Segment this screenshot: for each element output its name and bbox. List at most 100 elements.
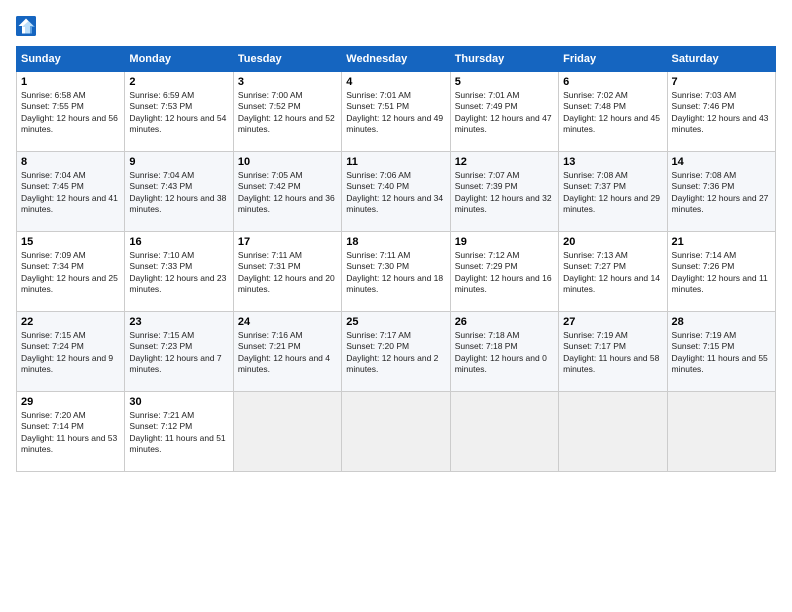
day-info: Sunrise: 7:10 AM Sunset: 7:33 PM Dayligh… — [129, 250, 228, 296]
calendar-day-cell: 21 Sunrise: 7:14 AM Sunset: 7:26 PM Dayl… — [667, 232, 775, 312]
calendar-header-friday: Friday — [559, 47, 667, 72]
day-info: Sunrise: 7:05 AM Sunset: 7:42 PM Dayligh… — [238, 170, 337, 216]
calendar-table: SundayMondayTuesdayWednesdayThursdayFrid… — [16, 46, 776, 472]
day-number: 26 — [455, 316, 554, 328]
calendar-day-cell: 30 Sunrise: 7:21 AM Sunset: 7:12 PM Dayl… — [125, 392, 233, 472]
calendar-header-thursday: Thursday — [450, 47, 558, 72]
day-info: Sunrise: 7:15 AM Sunset: 7:23 PM Dayligh… — [129, 330, 228, 376]
calendar-day-cell: 28 Sunrise: 7:19 AM Sunset: 7:15 PM Dayl… — [667, 312, 775, 392]
day-info: Sunrise: 7:09 AM Sunset: 7:34 PM Dayligh… — [21, 250, 120, 296]
day-number: 6 — [563, 76, 662, 88]
calendar-day-cell: 25 Sunrise: 7:17 AM Sunset: 7:20 PM Dayl… — [342, 312, 450, 392]
calendar-header-row: SundayMondayTuesdayWednesdayThursdayFrid… — [17, 47, 776, 72]
day-number: 9 — [129, 156, 228, 168]
day-number: 4 — [346, 76, 445, 88]
calendar-day-cell: 27 Sunrise: 7:19 AM Sunset: 7:17 PM Dayl… — [559, 312, 667, 392]
day-number: 3 — [238, 76, 337, 88]
day-info: Sunrise: 7:19 AM Sunset: 7:17 PM Dayligh… — [563, 330, 662, 376]
day-number: 29 — [21, 396, 120, 408]
calendar-day-cell — [450, 392, 558, 472]
day-info: Sunrise: 7:08 AM Sunset: 7:36 PM Dayligh… — [672, 170, 771, 216]
day-number: 20 — [563, 236, 662, 248]
page-header — [16, 16, 776, 36]
day-number: 21 — [672, 236, 771, 248]
calendar-day-cell: 9 Sunrise: 7:04 AM Sunset: 7:43 PM Dayli… — [125, 152, 233, 232]
day-number: 14 — [672, 156, 771, 168]
calendar-day-cell: 3 Sunrise: 7:00 AM Sunset: 7:52 PM Dayli… — [233, 72, 341, 152]
day-info: Sunrise: 7:01 AM Sunset: 7:49 PM Dayligh… — [455, 90, 554, 136]
day-number: 17 — [238, 236, 337, 248]
calendar-day-cell: 10 Sunrise: 7:05 AM Sunset: 7:42 PM Dayl… — [233, 152, 341, 232]
day-info: Sunrise: 7:20 AM Sunset: 7:14 PM Dayligh… — [21, 410, 120, 456]
calendar-day-cell: 23 Sunrise: 7:15 AM Sunset: 7:23 PM Dayl… — [125, 312, 233, 392]
calendar-day-cell: 2 Sunrise: 6:59 AM Sunset: 7:53 PM Dayli… — [125, 72, 233, 152]
calendar-day-cell: 17 Sunrise: 7:11 AM Sunset: 7:31 PM Dayl… — [233, 232, 341, 312]
day-number: 18 — [346, 236, 445, 248]
calendar-week-row: 1 Sunrise: 6:58 AM Sunset: 7:55 PM Dayli… — [17, 72, 776, 152]
day-number: 30 — [129, 396, 228, 408]
calendar-day-cell: 5 Sunrise: 7:01 AM Sunset: 7:49 PM Dayli… — [450, 72, 558, 152]
calendar-day-cell: 6 Sunrise: 7:02 AM Sunset: 7:48 PM Dayli… — [559, 72, 667, 152]
calendar-header-monday: Monday — [125, 47, 233, 72]
calendar-header-sunday: Sunday — [17, 47, 125, 72]
day-number: 27 — [563, 316, 662, 328]
calendar-day-cell: 4 Sunrise: 7:01 AM Sunset: 7:51 PM Dayli… — [342, 72, 450, 152]
day-number: 23 — [129, 316, 228, 328]
calendar-day-cell — [559, 392, 667, 472]
day-number: 15 — [21, 236, 120, 248]
day-info: Sunrise: 7:04 AM Sunset: 7:45 PM Dayligh… — [21, 170, 120, 216]
day-number: 24 — [238, 316, 337, 328]
day-number: 13 — [563, 156, 662, 168]
calendar-day-cell: 14 Sunrise: 7:08 AM Sunset: 7:36 PM Dayl… — [667, 152, 775, 232]
day-info: Sunrise: 7:12 AM Sunset: 7:29 PM Dayligh… — [455, 250, 554, 296]
calendar-day-cell: 20 Sunrise: 7:13 AM Sunset: 7:27 PM Dayl… — [559, 232, 667, 312]
day-number: 12 — [455, 156, 554, 168]
calendar-day-cell: 12 Sunrise: 7:07 AM Sunset: 7:39 PM Dayl… — [450, 152, 558, 232]
day-number: 19 — [455, 236, 554, 248]
day-info: Sunrise: 7:17 AM Sunset: 7:20 PM Dayligh… — [346, 330, 445, 376]
day-info: Sunrise: 7:07 AM Sunset: 7:39 PM Dayligh… — [455, 170, 554, 216]
day-info: Sunrise: 7:02 AM Sunset: 7:48 PM Dayligh… — [563, 90, 662, 136]
calendar-day-cell: 18 Sunrise: 7:11 AM Sunset: 7:30 PM Dayl… — [342, 232, 450, 312]
day-info: Sunrise: 7:19 AM Sunset: 7:15 PM Dayligh… — [672, 330, 771, 376]
day-info: Sunrise: 7:16 AM Sunset: 7:21 PM Dayligh… — [238, 330, 337, 376]
day-info: Sunrise: 6:59 AM Sunset: 7:53 PM Dayligh… — [129, 90, 228, 136]
calendar-header-wednesday: Wednesday — [342, 47, 450, 72]
calendar-week-row: 22 Sunrise: 7:15 AM Sunset: 7:24 PM Dayl… — [17, 312, 776, 392]
calendar-day-cell: 15 Sunrise: 7:09 AM Sunset: 7:34 PM Dayl… — [17, 232, 125, 312]
day-number: 22 — [21, 316, 120, 328]
calendar-day-cell: 16 Sunrise: 7:10 AM Sunset: 7:33 PM Dayl… — [125, 232, 233, 312]
calendar-day-cell: 22 Sunrise: 7:15 AM Sunset: 7:24 PM Dayl… — [17, 312, 125, 392]
day-number: 5 — [455, 76, 554, 88]
logo — [16, 16, 40, 36]
day-info: Sunrise: 7:14 AM Sunset: 7:26 PM Dayligh… — [672, 250, 771, 296]
day-number: 2 — [129, 76, 228, 88]
calendar-week-row: 29 Sunrise: 7:20 AM Sunset: 7:14 PM Dayl… — [17, 392, 776, 472]
day-number: 1 — [21, 76, 120, 88]
calendar-day-cell: 29 Sunrise: 7:20 AM Sunset: 7:14 PM Dayl… — [17, 392, 125, 472]
day-number: 10 — [238, 156, 337, 168]
calendar-day-cell: 13 Sunrise: 7:08 AM Sunset: 7:37 PM Dayl… — [559, 152, 667, 232]
day-info: Sunrise: 7:11 AM Sunset: 7:31 PM Dayligh… — [238, 250, 337, 296]
calendar-day-cell — [667, 392, 775, 472]
day-info: Sunrise: 6:58 AM Sunset: 7:55 PM Dayligh… — [21, 90, 120, 136]
day-info: Sunrise: 7:21 AM Sunset: 7:12 PM Dayligh… — [129, 410, 228, 456]
day-info: Sunrise: 7:06 AM Sunset: 7:40 PM Dayligh… — [346, 170, 445, 216]
day-info: Sunrise: 7:01 AM Sunset: 7:51 PM Dayligh… — [346, 90, 445, 136]
day-number: 8 — [21, 156, 120, 168]
calendar-day-cell: 19 Sunrise: 7:12 AM Sunset: 7:29 PM Dayl… — [450, 232, 558, 312]
calendar-day-cell: 8 Sunrise: 7:04 AM Sunset: 7:45 PM Dayli… — [17, 152, 125, 232]
calendar-header-tuesday: Tuesday — [233, 47, 341, 72]
day-info: Sunrise: 7:00 AM Sunset: 7:52 PM Dayligh… — [238, 90, 337, 136]
calendar-day-cell: 1 Sunrise: 6:58 AM Sunset: 7:55 PM Dayli… — [17, 72, 125, 152]
day-number: 7 — [672, 76, 771, 88]
day-info: Sunrise: 7:03 AM Sunset: 7:46 PM Dayligh… — [672, 90, 771, 136]
day-number: 25 — [346, 316, 445, 328]
day-info: Sunrise: 7:08 AM Sunset: 7:37 PM Dayligh… — [563, 170, 662, 216]
day-info: Sunrise: 7:13 AM Sunset: 7:27 PM Dayligh… — [563, 250, 662, 296]
calendar-day-cell: 7 Sunrise: 7:03 AM Sunset: 7:46 PM Dayli… — [667, 72, 775, 152]
day-info: Sunrise: 7:11 AM Sunset: 7:30 PM Dayligh… — [346, 250, 445, 296]
calendar-day-cell: 24 Sunrise: 7:16 AM Sunset: 7:21 PM Dayl… — [233, 312, 341, 392]
day-info: Sunrise: 7:18 AM Sunset: 7:18 PM Dayligh… — [455, 330, 554, 376]
day-info: Sunrise: 7:04 AM Sunset: 7:43 PM Dayligh… — [129, 170, 228, 216]
